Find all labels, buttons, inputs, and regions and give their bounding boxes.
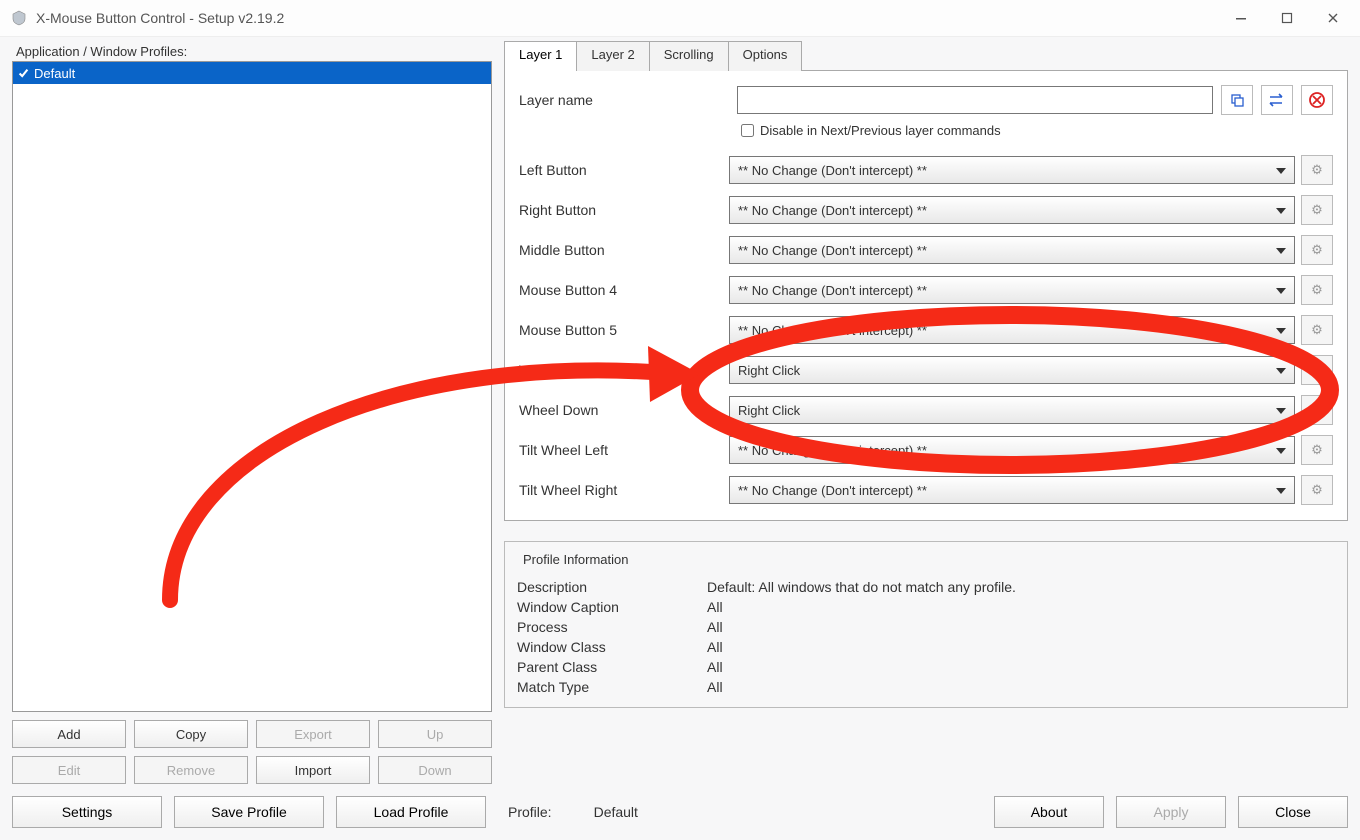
- gear-icon[interactable]: ⚙: [1301, 195, 1333, 225]
- info-parent-k: Parent Class: [517, 659, 707, 675]
- left-button-label: Left Button: [519, 162, 729, 178]
- mouse-button-4-combo[interactable]: ** No Change (Don't intercept) **: [729, 276, 1295, 304]
- layer-name-input[interactable]: [737, 86, 1213, 114]
- middle-button-label: Middle Button: [519, 242, 729, 258]
- remove-button[interactable]: Remove: [134, 756, 248, 784]
- profile-checkbox[interactable]: [17, 67, 30, 80]
- tabs: Layer 1 Layer 2 Scrolling Options: [504, 40, 1348, 71]
- load-profile-button[interactable]: Load Profile: [336, 796, 486, 828]
- settings-button[interactable]: Settings: [12, 796, 162, 828]
- apply-button[interactable]: Apply: [1116, 796, 1226, 828]
- right-button-label: Right Button: [519, 202, 729, 218]
- gear-icon[interactable]: ⚙: [1301, 395, 1333, 425]
- minimize-button[interactable]: [1218, 0, 1264, 36]
- maximize-button[interactable]: [1264, 0, 1310, 36]
- save-profile-button[interactable]: Save Profile: [174, 796, 324, 828]
- copy-layer-icon[interactable]: [1221, 85, 1253, 115]
- tilt-right-combo[interactable]: ** No Change (Don't intercept) **: [729, 476, 1295, 504]
- info-caption-k: Window Caption: [517, 599, 707, 615]
- gear-icon[interactable]: ⚙: [1301, 235, 1333, 265]
- bottom-profile-label: Profile:: [508, 804, 552, 820]
- gear-icon[interactable]: ⚙: [1301, 435, 1333, 465]
- tab-layer2[interactable]: Layer 2: [576, 41, 649, 71]
- gear-icon[interactable]: ⚙: [1301, 315, 1333, 345]
- bottom-bar: Settings Save Profile Load Profile Profi…: [12, 796, 1348, 828]
- right-button-combo[interactable]: ** No Change (Don't intercept) **: [729, 196, 1295, 224]
- disable-next-prev-checkbox[interactable]: [741, 124, 754, 137]
- profile-info-legend: Profile Information: [519, 552, 633, 567]
- bottom-profile-value: Default: [594, 804, 638, 820]
- profiles-list[interactable]: Default: [12, 61, 492, 712]
- close-button[interactable]: [1310, 0, 1356, 36]
- tab-scrolling[interactable]: Scrolling: [649, 41, 729, 71]
- info-match-k: Match Type: [517, 679, 707, 695]
- info-class-k: Window Class: [517, 639, 707, 655]
- copy-button[interactable]: Copy: [134, 720, 248, 748]
- reset-layer-icon[interactable]: [1301, 85, 1333, 115]
- about-button[interactable]: About: [994, 796, 1104, 828]
- window-title: X-Mouse Button Control - Setup v2.19.2: [36, 10, 1218, 26]
- info-process-v: All: [707, 619, 723, 635]
- swap-layer-icon[interactable]: [1261, 85, 1293, 115]
- info-description-v: Default: All windows that do not match a…: [707, 579, 1016, 595]
- export-button[interactable]: Export: [256, 720, 370, 748]
- wheel-down-combo[interactable]: Right Click: [729, 396, 1295, 424]
- import-button[interactable]: Import: [256, 756, 370, 784]
- tilt-right-label: Tilt Wheel Right: [519, 482, 729, 498]
- up-button[interactable]: Up: [378, 720, 492, 748]
- tab-options[interactable]: Options: [728, 41, 803, 71]
- mouse-button-5-label: Mouse Button 5: [519, 322, 729, 338]
- profile-info-box: Profile Information DescriptionDefault: …: [504, 541, 1348, 708]
- info-description-k: Description: [517, 579, 707, 595]
- layer1-panel: Layer name Disable in Next/Previous laye…: [504, 71, 1348, 521]
- tilt-left-combo[interactable]: ** No Change (Don't intercept) **: [729, 436, 1295, 464]
- mouse-button-4-label: Mouse Button 4: [519, 282, 729, 298]
- close-button-bottom[interactable]: Close: [1238, 796, 1348, 828]
- profile-item-default[interactable]: Default: [13, 62, 491, 84]
- app-window: X-Mouse Button Control - Setup v2.19.2 A…: [0, 0, 1360, 840]
- gear-icon[interactable]: ⚙: [1301, 355, 1333, 385]
- middle-button-combo[interactable]: ** No Change (Don't intercept) **: [729, 236, 1295, 264]
- info-process-k: Process: [517, 619, 707, 635]
- wheel-up-combo[interactable]: Right Click: [729, 356, 1295, 384]
- left-button-combo[interactable]: ** No Change (Don't intercept) **: [729, 156, 1295, 184]
- gear-icon[interactable]: ⚙: [1301, 275, 1333, 305]
- info-match-v: All: [707, 679, 723, 695]
- disable-next-prev-label: Disable in Next/Previous layer commands: [760, 123, 1001, 138]
- edit-button[interactable]: Edit: [12, 756, 126, 784]
- tab-layer1[interactable]: Layer 1: [504, 41, 577, 71]
- down-button[interactable]: Down: [378, 756, 492, 784]
- profiles-label: Application / Window Profiles:: [16, 44, 492, 59]
- wheel-up-label: Wheel Up: [519, 362, 729, 378]
- titlebar: X-Mouse Button Control - Setup v2.19.2: [0, 0, 1360, 37]
- tilt-left-label: Tilt Wheel Left: [519, 442, 729, 458]
- info-parent-v: All: [707, 659, 723, 675]
- layer-name-label: Layer name: [519, 92, 729, 108]
- info-caption-v: All: [707, 599, 723, 615]
- add-button[interactable]: Add: [12, 720, 126, 748]
- gear-icon[interactable]: ⚙: [1301, 155, 1333, 185]
- app-icon: [10, 9, 28, 27]
- gear-icon[interactable]: ⚙: [1301, 475, 1333, 505]
- info-class-v: All: [707, 639, 723, 655]
- profile-item-label: Default: [34, 66, 75, 81]
- wheel-down-label: Wheel Down: [519, 402, 729, 418]
- mouse-button-5-combo[interactable]: ** No Change (Don't intercept) **: [729, 316, 1295, 344]
